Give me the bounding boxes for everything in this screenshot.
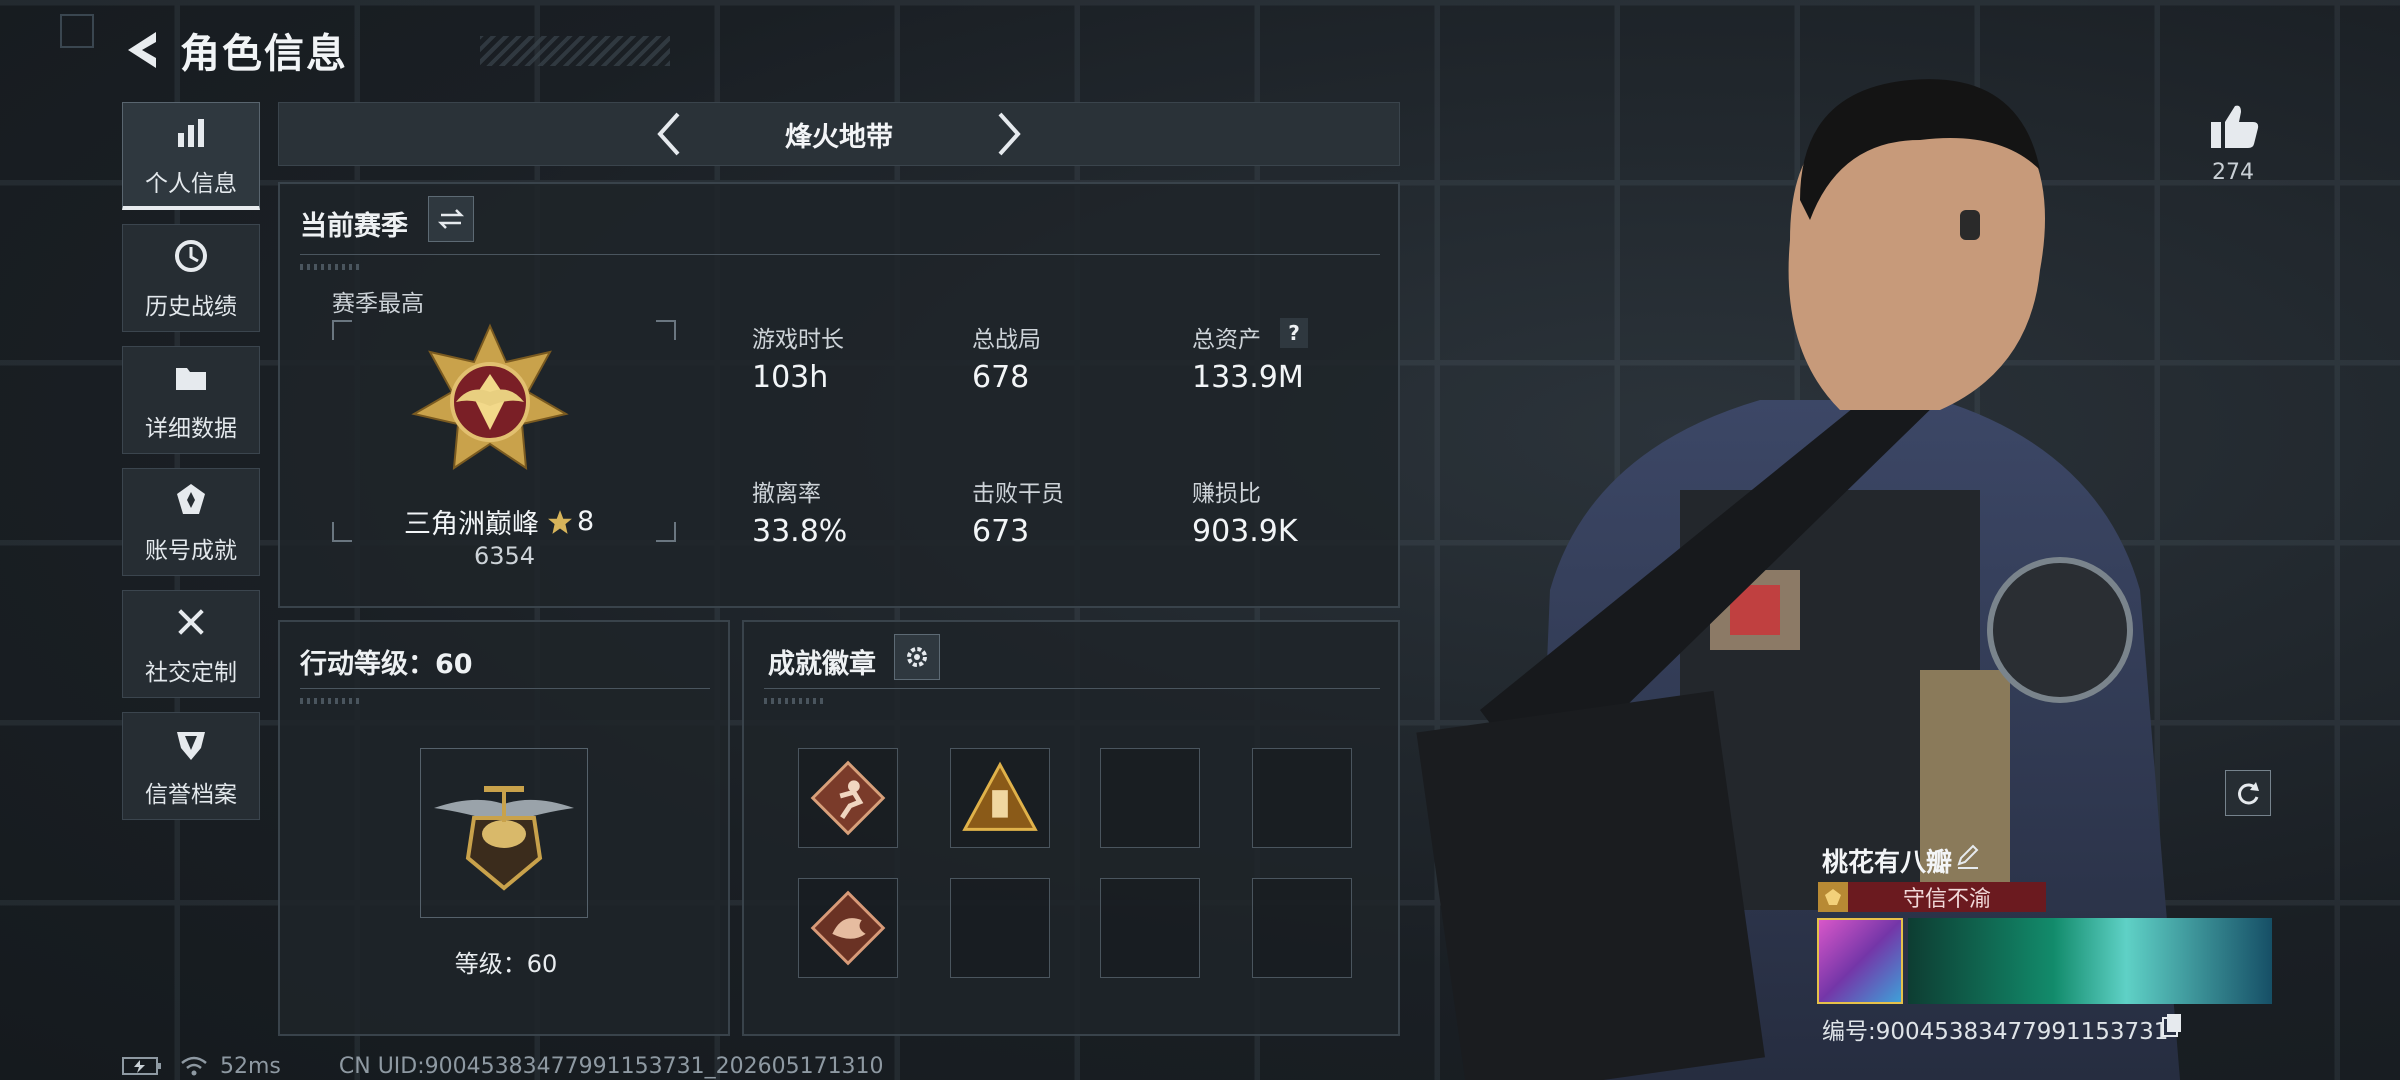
stat-value-total-assets: 133.9M [1192,360,1304,395]
level-panel-title: 行动等级：60 [300,649,473,680]
mode-title: 烽火地带 [785,121,893,153]
title-decoration [480,36,670,66]
help-icon: ? [1288,321,1300,345]
warning-badge-icon [962,761,1038,831]
thumbs-up-icon[interactable] [2205,98,2261,154]
level-panel: 行动等级：60 等级：60 [278,620,730,1036]
like-count: 274 [2212,160,2254,185]
sidebar-item-social-custom[interactable]: 社交定制 [122,590,260,698]
rank-name-row: 三角洲巅峰 8 [404,502,594,541]
mode-selector: 烽火地带 [278,102,1400,166]
reputation-icon [170,723,212,765]
badge-slot-6[interactable] [950,878,1050,978]
refresh-button[interactable] [2225,770,2271,816]
sidebar-item-reputation[interactable]: 信誉档案 [122,712,260,820]
level-text: 等级：60 [454,950,558,978]
season-title: 当前赛季 [300,211,408,242]
switch-season-button[interactable] [428,196,474,242]
badge-settings-button[interactable] [894,634,940,680]
sidebar-item-label: 信誉档案 [145,782,237,808]
mode-next-button[interactable] [989,104,1029,164]
stat-label-profit-ratio: 赚损比 [1192,481,1261,507]
edit-icon[interactable] [1955,844,1981,870]
mode-prev-button[interactable] [649,104,689,164]
folder-icon [170,357,212,399]
badges-panel-title: 成就徽章 [768,649,876,680]
tick-decoration [300,698,360,704]
badge-slot-7[interactable] [1100,878,1200,978]
corner-marker [60,14,94,48]
sidebar-item-history[interactable]: 历史战绩 [122,224,260,332]
player-name: 桃花有八瓣 [1822,848,1953,878]
stat-value-playtime: 103h [752,360,829,395]
battery-icon [122,1057,161,1075]
page-title: 角色信息 [180,31,348,77]
player-title-text: 守信不渝 [1902,887,1991,912]
stat-label-playtime: 游戏时长 [752,327,844,353]
stat-label-total-assets: 总资产 [1192,327,1261,353]
divider [300,688,710,689]
sidebar-item-label: 账号成就 [145,538,237,564]
player-banner [1908,918,2272,1004]
sidebar-item-account-achievements[interactable]: 账号成就 [122,468,260,576]
badge-slot-3[interactable] [1100,748,1200,848]
rank-emblem-icon [411,323,569,470]
season-best-label: 赛季最高 [332,291,424,317]
status-bar: 52ms CN UID:9004538347799115373​1_202605… [122,1052,884,1080]
swap-icon [437,209,465,229]
player-avatar[interactable] [1817,918,1903,1004]
runner-badge-icon [810,760,886,836]
tick-decoration [300,264,360,270]
chevron-left-icon [657,112,680,156]
tick-decoration [764,698,824,704]
sidebar-item-label: 详细数据 [145,416,237,442]
back-arrow-icon [128,32,156,68]
divider [764,688,1380,689]
dragon-badge-icon [810,890,886,966]
badge-slot-4[interactable] [1252,748,1352,848]
sidebar-item-label: 历史战绩 [145,294,237,320]
badge-slot-2[interactable] [950,748,1050,848]
rank-stars: 8 [577,506,595,537]
player-uid: 编号:9004538347799115373​1 [1822,1019,2169,1045]
sidebar-item-label: 个人信息 [145,170,237,197]
status-uid: CN UID:9004538347799115373​1_20260517131… [338,1053,884,1079]
badges-panel: 成就徽章 [742,620,1400,1036]
chevron-right-icon [998,112,1021,156]
stat-label-extraction-rate: 撤离率 [752,481,821,507]
player-title-badge: 守信不渝 [1818,882,2046,912]
rank-name: 三角洲巅峰 [404,509,539,540]
stat-value-profit-ratio: 903.9K [1192,514,1298,549]
star-icon [548,509,572,534]
divider [300,254,1380,255]
copy-icon[interactable] [2160,1012,2184,1038]
history-icon [170,235,212,277]
ping-text: 52ms [220,1053,281,1079]
page-header: 角色信息 [120,22,670,78]
sidebar: 个人信息 历史战绩 详细数据 账号成就 社交定制 信誉档案 [122,102,260,834]
wifi-icon [181,1056,207,1076]
stat-value-extraction-rate: 33.8% [752,514,848,549]
bar-chart-icon [170,112,212,154]
back-button[interactable] [120,22,164,78]
helicopter-emblem-icon [434,786,574,891]
sidebar-item-label: 社交定制 [145,660,237,686]
sidebar-item-personal-info[interactable]: 个人信息 [122,102,260,210]
stat-label-operators-defeated: 击败干员 [972,481,1064,507]
badge-slot-1[interactable] [798,748,898,848]
rank-score: 6354 [474,542,536,570]
refresh-icon [2238,782,2259,805]
badge-slot-8[interactable] [1252,878,1352,978]
stat-label-total-matches: 总战局 [972,327,1041,353]
stat-value-total-matches: 678 [972,360,1030,395]
stat-value-operators-defeated: 673 [972,514,1030,549]
badge-slot-5[interactable] [798,878,898,978]
season-panel: 当前赛季 赛季最高 三角洲巅峰 8 6354 游戏时长 103h 总战局 678… [278,182,1400,608]
help-button[interactable]: ? [1280,318,1308,348]
tools-icon [170,601,212,643]
gear-icon [907,647,927,667]
title-emblem-icon [1818,882,1848,912]
achievement-icon [170,479,212,521]
sidebar-item-detailed-data[interactable]: 详细数据 [122,346,260,454]
